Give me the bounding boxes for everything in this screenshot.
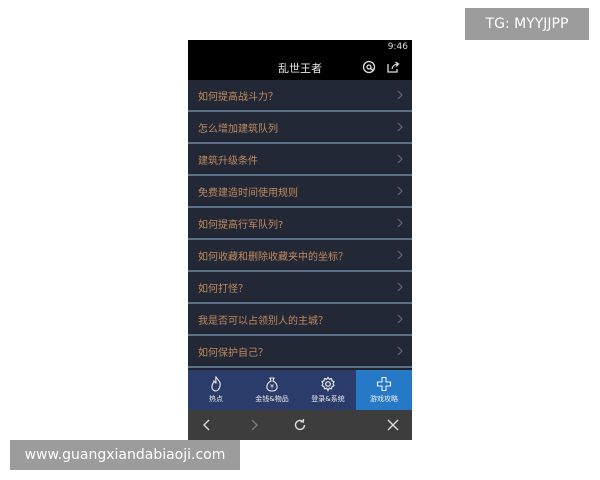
tab-login-system[interactable]: 登录&系统 [300,370,356,410]
watermark-telegram: TG: MYYJJPP [465,8,589,40]
back-icon[interactable] [200,418,214,432]
tab-money-items[interactable]: ¥ 金钱&物品 [244,370,300,410]
list-item-label: 我是否可以占领别人的主城？ [198,315,328,327]
chevron-right-icon [397,154,403,164]
list-item-label: 免费建造时间使用规则 [198,187,298,199]
chevron-right-icon [397,218,403,228]
bottom-tab-bar: 热点 ¥ 金钱&物品 登录&系统 游戏攻略 [188,370,412,410]
chevron-right-icon [397,250,403,260]
list-item-label: 建筑升级条件 [198,155,258,167]
status-bar: 9:46 [188,40,412,55]
list-item-label: 如何打怪？ [198,283,248,295]
list-item[interactable]: 如何收藏和删除收藏夹中的坐标？ [188,240,412,272]
svg-text:¥: ¥ [270,384,274,391]
forward-icon[interactable] [247,418,261,432]
tab-label: 热点 [209,395,223,403]
refresh-icon[interactable] [293,418,307,432]
tab-label: 游戏攻略 [370,395,398,403]
chevron-right-icon [397,314,403,324]
money-bag-icon: ¥ [266,377,278,392]
list-item-label: 如何收藏和删除收藏夹中的坐标？ [198,251,348,263]
chevron-right-icon [397,186,403,196]
list-item[interactable]: 如何提高行军队列? [188,208,412,240]
phone-screen: 9:46 乱世王者 如何提高战斗力？ 怎么增加建筑队列 建筑升级条件 免费建造时… [188,40,412,440]
chevron-right-icon [397,90,403,100]
status-time: 9:46 [387,42,408,52]
faq-list: 如何提高战斗力？ 怎么增加建筑队列 建筑升级条件 免费建造时间使用规则 如何提高… [188,80,412,368]
tab-game-guide[interactable]: 游戏攻略 [356,370,412,410]
at-mention-icon[interactable] [362,60,376,74]
plus-cross-icon [376,376,392,392]
list-item[interactable]: 怎么增加建筑队列 [188,112,412,144]
list-item[interactable]: 我是否可以占领别人的主城？ [188,304,412,336]
list-item-label: 如何保护自己？ [198,347,268,359]
tab-label: 金钱&物品 [255,395,289,403]
list-item-label: 如何提高战斗力？ [198,91,278,103]
list-item[interactable]: 如何保护自己？ [188,336,412,368]
chevron-right-icon [397,282,403,292]
list-item[interactable]: 建筑升级条件 [188,144,412,176]
title-bar: 乱世王者 [188,55,412,80]
list-item[interactable]: 免费建造时间使用规则 [188,176,412,208]
browser-nav-bar [188,410,412,440]
list-item-label: 如何提高行军队列? [198,219,284,231]
list-item[interactable]: 如何打怪？ [188,272,412,304]
gear-icon [321,376,335,392]
tab-hot[interactable]: 热点 [188,370,244,410]
flame-icon [211,376,221,392]
chevron-right-icon [397,122,403,132]
close-icon[interactable] [386,418,400,432]
list-item[interactable]: 如何提高战斗力？ [188,80,412,112]
chevron-right-icon [397,346,403,356]
page-title: 乱世王者 [278,62,322,75]
watermark-url: www.guangxiandabiaoji.com [10,440,240,470]
list-item-label: 怎么增加建筑队列 [198,123,278,135]
tab-label: 登录&系统 [311,395,345,403]
share-icon[interactable] [386,60,400,74]
